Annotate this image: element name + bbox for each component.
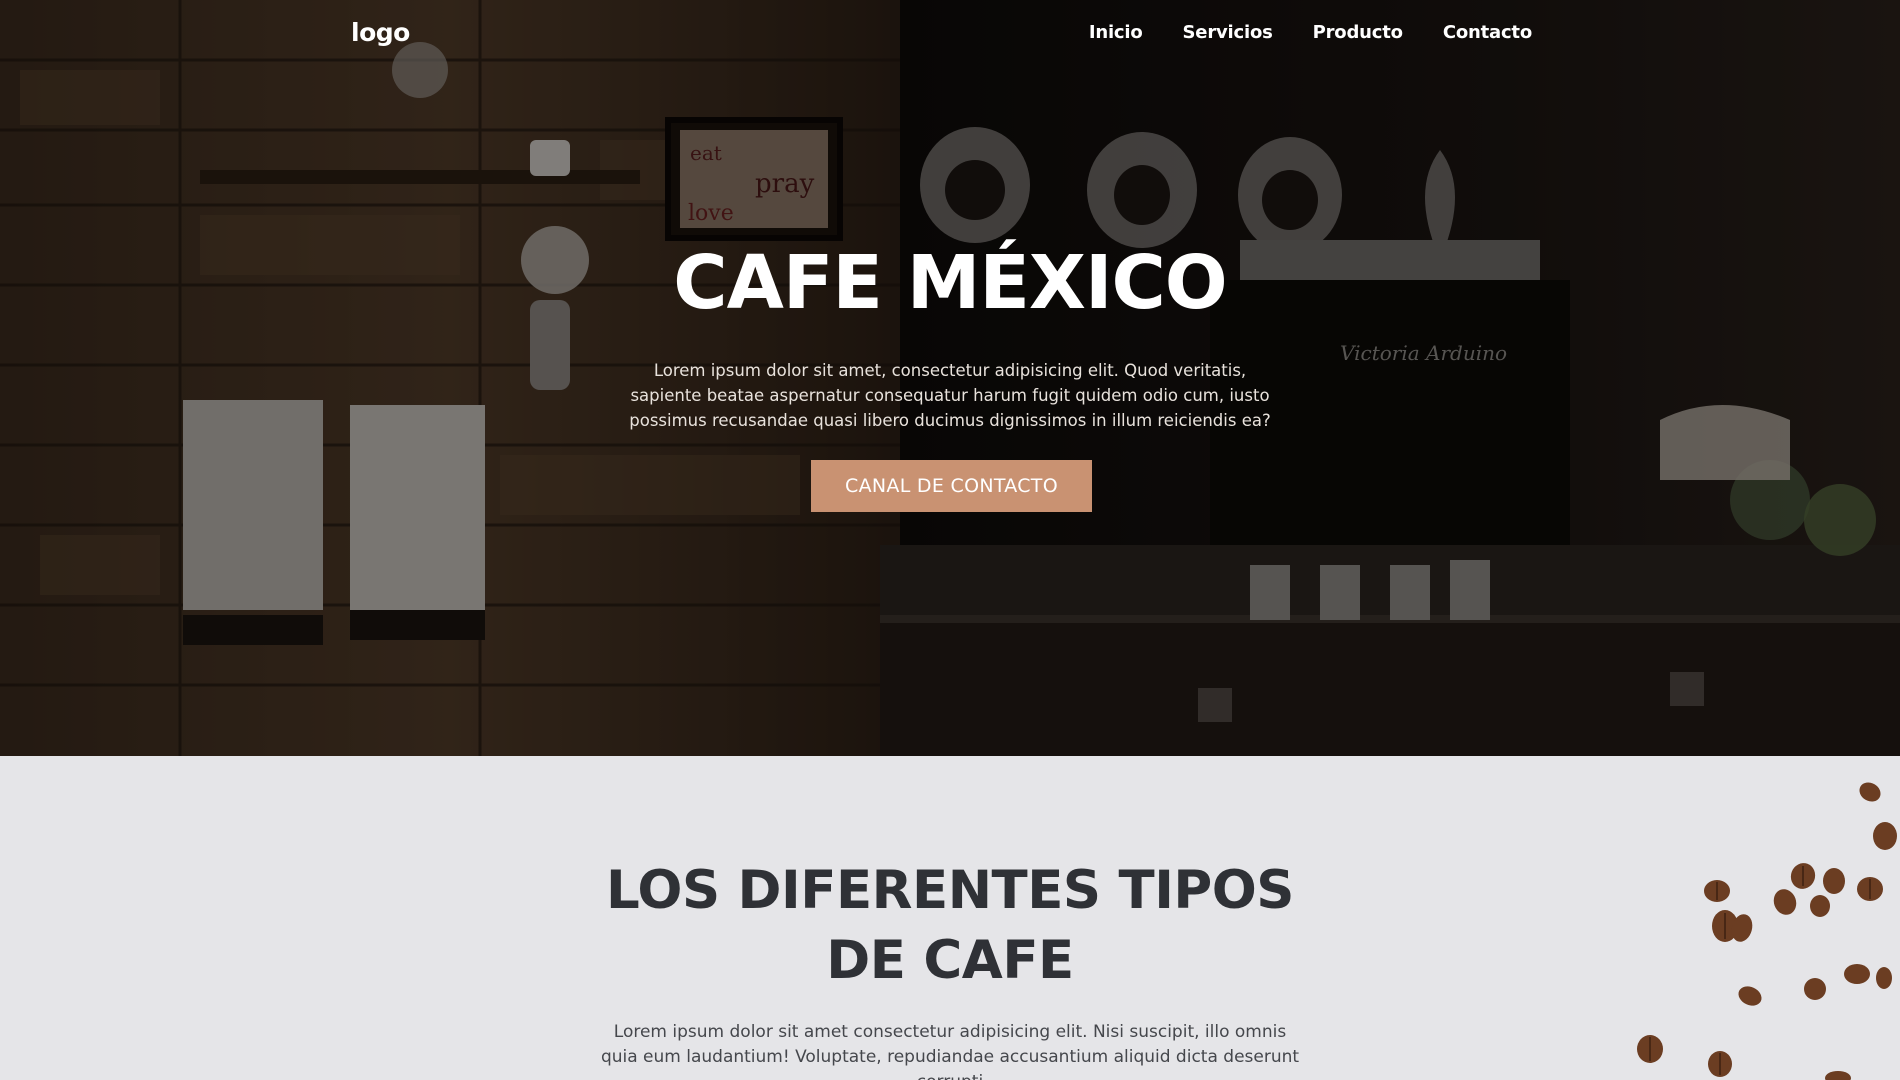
coffee-types-description: Lorem ipsum dolor sit amet consectetur a… — [600, 1022, 1300, 1080]
hero-title: CAFE MÉXICO — [673, 240, 1227, 326]
nav-link-servicios[interactable]: Servicios — [1183, 22, 1273, 43]
coffee-types-section: LOS DIFERENTES TIPOS DE CAFE Lorem ipsum… — [0, 756, 1900, 1080]
hero-description: Lorem ipsum dolor sit amet, consectetur … — [629, 361, 1271, 430]
nav-links: Inicio Servicios Producto Contacto — [1089, 22, 1532, 43]
nav-link-inicio[interactable]: Inicio — [1089, 22, 1143, 43]
nav-link-producto[interactable]: Producto — [1313, 22, 1403, 43]
top-navigation: logo Inicio Servicios Producto Contacto — [0, 0, 1900, 70]
nav-link-contacto[interactable]: Contacto — [1443, 22, 1532, 43]
logo[interactable]: logo — [351, 18, 410, 47]
coffee-beans-image — [1637, 782, 1897, 1080]
hero-section: eat pray love Victoria Arduino logo Inic… — [0, 0, 1900, 756]
contact-channel-button[interactable]: CANAL DE CONTACTO — [811, 460, 1092, 512]
coffee-types-title: LOS DIFERENTES TIPOS DE CAFE — [606, 860, 1294, 991]
